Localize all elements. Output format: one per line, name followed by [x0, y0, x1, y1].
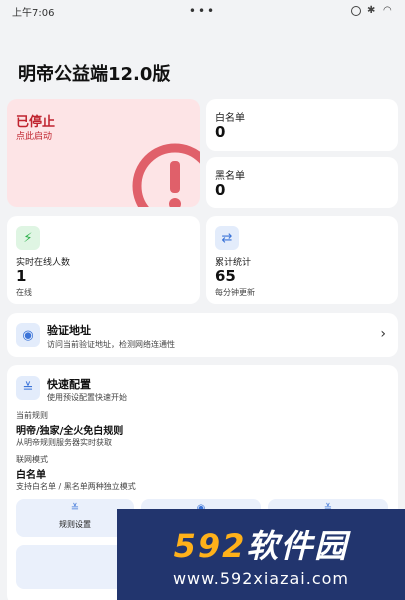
- mode-value: 白名单: [16, 470, 46, 481]
- online-note: 在线: [16, 288, 32, 297]
- watermark-logo: 592软件园 www.592xiazai.com: [117, 509, 405, 600]
- service-start-hint: 点此启动: [16, 132, 53, 142]
- whitelist-label: 白名单: [215, 113, 245, 124]
- window-menu-dots[interactable]: •••: [189, 4, 216, 18]
- sliders-icon: ≚: [16, 376, 40, 400]
- service-status-card[interactable]: 已停止 点此启动: [7, 99, 200, 207]
- verify-subtitle: 访问当前验证地址，检测网络连通性: [47, 340, 175, 349]
- alarm-icon: [351, 6, 361, 16]
- blacklist-card[interactable]: 黑名单 0: [206, 157, 398, 208]
- whitelist-card[interactable]: 白名单 0: [206, 99, 398, 151]
- stats-count: 65: [215, 267, 236, 285]
- online-users-card: ⚡ 实时在线人数 1 在线: [7, 216, 200, 304]
- blacklist-label: 黑名单: [215, 171, 245, 182]
- mode-section-label: 联网模式: [16, 455, 48, 464]
- chevron-right-icon: ›: [380, 326, 386, 342]
- watermark-brand: 592软件园: [173, 527, 349, 565]
- wifi-icon: ◠: [383, 5, 392, 16]
- watermark-url: www.592xiazai.com: [172, 569, 350, 588]
- status-time: 上午7:06: [12, 7, 55, 19]
- total-stats-card: ⇄ 累计统计 65 每分钟更新: [206, 216, 398, 304]
- bolt-icon: ⚡: [16, 226, 40, 250]
- verify-address-row[interactable]: ◉ 验证地址 访问当前验证地址，检测网络连通性 ›: [7, 313, 398, 357]
- swap-icon: ⇄: [215, 226, 239, 250]
- alert-icon: [132, 143, 200, 207]
- quick-config-title: 快速配置: [47, 378, 91, 391]
- verify-title: 验证地址: [47, 324, 91, 337]
- status-icons: ✱ ◠: [351, 6, 393, 16]
- rule-desc: 从明帝规则服务器实时获取: [16, 438, 112, 447]
- mode-desc: 支持白名单 / 黑名单两种独立模式: [16, 482, 136, 491]
- bluetooth-icon: ✱: [367, 5, 376, 16]
- rule-section-label: 当前规则: [16, 411, 48, 420]
- stats-note: 每分钟更新: [215, 288, 255, 297]
- page-title: 明帝公益端12.0版: [18, 64, 171, 85]
- online-count: 1: [16, 267, 27, 285]
- quick-config-subtitle: 使用预设配置快速开始: [47, 393, 127, 402]
- whitelist-count: 0: [215, 123, 226, 141]
- blacklist-count: 0: [215, 181, 226, 199]
- service-status-title: 已停止: [16, 115, 56, 130]
- globe-icon: ◉: [16, 323, 40, 347]
- rule-value: 明帝/独家/全火免白规则: [16, 426, 124, 437]
